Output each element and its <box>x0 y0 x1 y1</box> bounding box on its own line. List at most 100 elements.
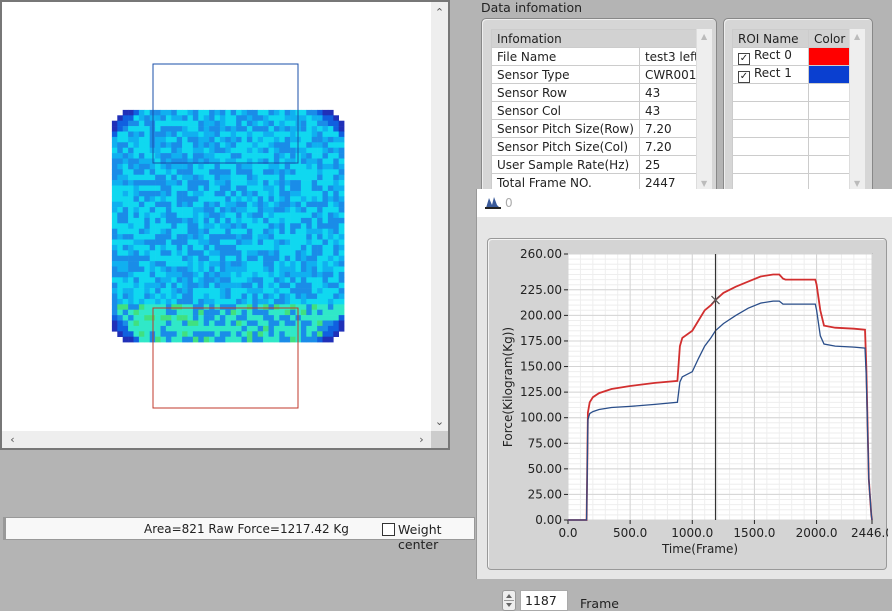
heatmap-cell <box>155 277 161 283</box>
heatmap-cell <box>209 212 215 219</box>
heatmap-cell <box>209 207 215 213</box>
heatmap-cell <box>203 261 210 267</box>
heatmap-cell <box>327 282 334 289</box>
heatmap-cell <box>192 277 199 283</box>
heatmap-cell <box>300 266 307 273</box>
heatmap-cell <box>122 271 129 278</box>
scroll-up-icon[interactable]: ⌃ <box>431 4 448 21</box>
scroll-down-icon[interactable]: ▼ <box>701 179 707 188</box>
heatmap-cell <box>268 288 275 294</box>
heatmap-cell <box>236 244 242 251</box>
heatmap-cell <box>273 136 280 143</box>
roi-checkbox[interactable]: ✓ <box>738 71 750 83</box>
scroll-down-icon[interactable]: ⌄ <box>431 413 448 430</box>
scroll-up-icon[interactable]: ▲ <box>854 32 860 41</box>
decrement-icon[interactable] <box>506 603 512 607</box>
heatmap-cell <box>187 147 194 154</box>
heatmap-cell <box>111 131 118 138</box>
chart-window-titlebar[interactable]: 0 <box>477 189 892 217</box>
scroll-up-icon[interactable]: ▲ <box>701 32 707 41</box>
heatmap-cell <box>322 309 329 316</box>
heatmap-cell <box>268 212 275 219</box>
frame-stepper[interactable] <box>502 590 516 611</box>
heatmap-cell <box>268 131 275 138</box>
heatmap-cell <box>241 282 248 289</box>
heatmap-cell <box>122 180 129 186</box>
heatmap-cell <box>171 153 177 159</box>
pressure-map-panel[interactable]: ⌃ ⌄ ‹ › <box>0 0 450 450</box>
heatmap-cell <box>128 217 134 224</box>
scroll-right-icon[interactable]: › <box>413 431 430 448</box>
heatmap-cell <box>219 239 226 246</box>
heatmap-cell <box>122 298 129 305</box>
heatmap-cell <box>128 277 134 283</box>
increment-icon[interactable] <box>506 594 512 598</box>
heatmap-cell <box>338 207 345 213</box>
heatmap-cell <box>219 266 226 273</box>
heatmap-cell <box>252 266 258 273</box>
heatmap-cell <box>327 331 334 337</box>
heatmap-cell <box>300 147 307 154</box>
force-time-chart[interactable]: 0.0025.0050.0075.00100.00125.00150.00175… <box>488 239 888 571</box>
heatmap-cell <box>322 190 329 197</box>
roi-color-swatch[interactable] <box>809 48 853 65</box>
heatmap-cell <box>225 234 231 240</box>
heatmap-cell <box>128 136 134 143</box>
heatmap-cell <box>290 331 296 337</box>
info-scrollbar[interactable]: ▲ ▼ <box>696 29 712 191</box>
heatmap-cell <box>317 180 323 186</box>
heatmap-cell <box>263 169 269 175</box>
heatmap-cell <box>182 217 188 224</box>
heatmap-cell <box>165 201 172 208</box>
roi-row[interactable]: ✓ Rect 0 <box>732 47 854 66</box>
heatmap-cell <box>176 169 183 175</box>
heatmap-cell <box>311 304 318 310</box>
heatmap-cell <box>219 255 226 262</box>
roi-row[interactable]: ✓ Rect 1 <box>732 65 854 84</box>
heatmap-cell <box>138 336 145 343</box>
pressure-heatmap[interactable] <box>2 2 432 432</box>
frame-number-input[interactable]: 1187 <box>520 590 568 611</box>
heatmap-cell <box>209 120 215 127</box>
roi-color-swatch[interactable] <box>809 66 853 83</box>
heatmap-cell <box>111 250 118 256</box>
heatmap-cell <box>246 250 253 256</box>
horizontal-scrollbar[interactable]: ‹ › <box>2 431 432 448</box>
heatmap-cell <box>311 163 318 170</box>
heatmap-cell <box>279 217 285 224</box>
heatmap-cell <box>322 244 329 251</box>
heatmap-cell <box>225 126 231 132</box>
heatmap-cell <box>246 115 253 121</box>
heatmap-cell <box>160 212 167 219</box>
roi-checkbox[interactable]: ✓ <box>738 53 750 65</box>
heatmap-cell <box>138 331 145 337</box>
heatmap-cell <box>279 250 285 256</box>
heatmap-cell <box>252 250 258 256</box>
heatmap-cell <box>225 244 231 251</box>
scroll-down-icon[interactable]: ▼ <box>854 179 860 188</box>
heatmap-cell <box>246 196 253 202</box>
heatmap-cell <box>322 207 329 213</box>
scroll-left-icon[interactable]: ‹ <box>4 431 21 448</box>
heatmap-cell <box>160 217 167 224</box>
heatmap-cell <box>273 261 280 267</box>
heatmap-cell <box>187 266 194 273</box>
heatmap-cell <box>263 212 269 219</box>
roi-scrollbar[interactable]: ▲ ▼ <box>849 29 865 191</box>
heatmap-cell <box>290 196 296 202</box>
heatmap-cell <box>198 239 204 246</box>
heatmap-cell <box>306 244 312 251</box>
weight-center-checkbox[interactable] <box>382 523 395 536</box>
heatmap-cell <box>225 255 231 262</box>
heatmap-cell <box>252 185 258 192</box>
vertical-scrollbar[interactable]: ⌃ ⌄ <box>431 2 448 432</box>
heatmap-cell <box>338 158 345 165</box>
heatmap-cell <box>246 153 253 159</box>
heatmap-cell <box>187 163 194 170</box>
heatmap-cell <box>111 180 118 186</box>
heatmap-cell <box>241 325 248 332</box>
heatmap-cell <box>241 131 248 138</box>
heatmap-cell <box>182 277 188 283</box>
heatmap-cell <box>192 207 199 213</box>
weight-center-label[interactable]: Weight center <box>398 522 474 552</box>
